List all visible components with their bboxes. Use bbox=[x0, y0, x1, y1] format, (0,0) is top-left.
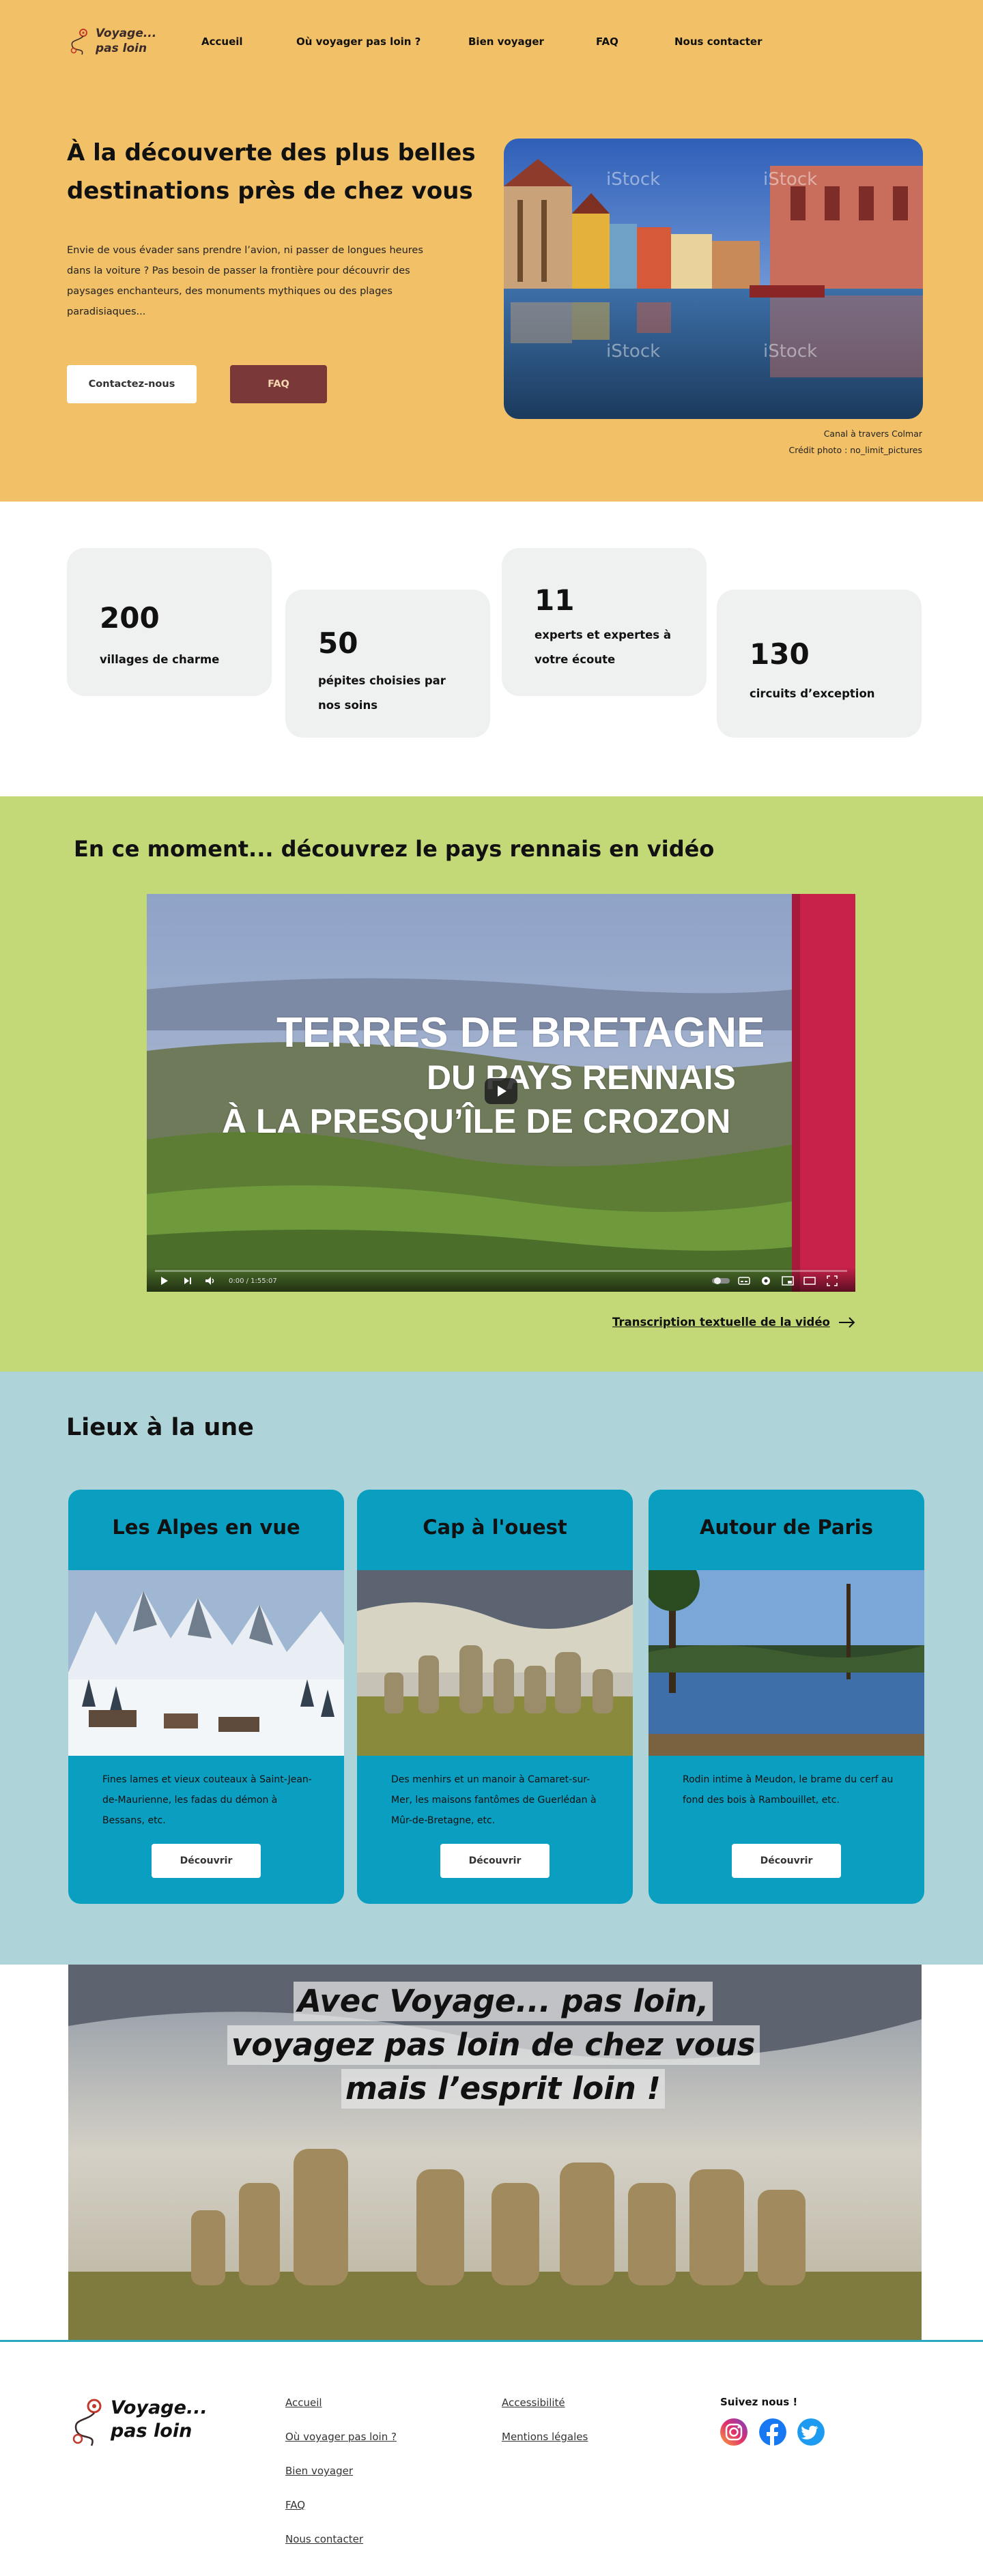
subtitles-icon[interactable] bbox=[738, 1275, 750, 1286]
place-card-title: Autour de Paris bbox=[700, 1516, 873, 1539]
footer-logo[interactable]: Voyage... pas loin bbox=[67, 2397, 217, 2451]
hero-section: Voyage... pas loin Accueil Où voyager pa… bbox=[0, 0, 983, 502]
stat-card: 130 circuits d’exception bbox=[717, 590, 922, 738]
play-icon bbox=[498, 1086, 507, 1097]
arrow-right-icon bbox=[838, 1316, 855, 1328]
stat-number: 11 bbox=[535, 583, 575, 617]
place-card-text: Rodin intime à Meudon, le brame du cerf … bbox=[683, 1774, 894, 1806]
faq-button[interactable]: FAQ bbox=[230, 365, 327, 403]
stat-label: pépites choisies par nos soins bbox=[318, 674, 446, 712]
footer-link-faq[interactable]: FAQ bbox=[285, 2499, 305, 2511]
hero-watermark-3: iStock bbox=[606, 341, 660, 362]
colmar-canal-image: iStock iStock iStock iStock bbox=[504, 139, 923, 419]
transcript-label: Transcription textuelle de la vidéo bbox=[612, 1316, 830, 1329]
nav-accueil[interactable]: Accueil bbox=[201, 35, 243, 48]
brand-line1: Voyage... bbox=[96, 27, 157, 40]
video-transcript-link[interactable]: Transcription textuelle de la vidéo bbox=[612, 1316, 856, 1329]
instagram-icon[interactable] bbox=[720, 2418, 747, 2446]
hero-title: À la découverte des plus belles destinat… bbox=[67, 139, 476, 205]
places-section: Lieux à la une Les Alpes en vue Fines la… bbox=[0, 1372, 983, 1965]
stat-card: 200 villages de charme bbox=[67, 548, 272, 696]
image-caption-title: Canal à travers Colmar bbox=[823, 429, 922, 439]
stat-number: 200 bbox=[100, 601, 160, 635]
video-player[interactable]: TERRES DE BRETAGNE DU PAYS RENNAIS À LA … bbox=[147, 894, 855, 1292]
video-progress-bar[interactable] bbox=[155, 1270, 847, 1272]
footer-link-ou-voyager[interactable]: Où voyager pas loin ? bbox=[285, 2431, 397, 2443]
stat-label: experts et expertes à votre écoute bbox=[535, 628, 671, 666]
skip-next-icon[interactable] bbox=[182, 1275, 193, 1286]
place-card: Cap à l'ouest Des menhirs et un manoir à bbox=[357, 1490, 633, 1904]
footer-brand-line1: Voyage... bbox=[111, 2397, 208, 2418]
video-time: 0:00 / 1:55:07 bbox=[229, 1277, 277, 1285]
miniplayer-icon[interactable] bbox=[782, 1275, 794, 1286]
discover-button[interactable]: Découvrir bbox=[440, 1844, 550, 1878]
nav-ou-voyager[interactable]: Où voyager pas loin ? bbox=[296, 35, 421, 48]
location-pin-icon bbox=[70, 29, 87, 55]
place-card-title: Les Alpes en vue bbox=[112, 1516, 300, 1539]
footer-link-accueil[interactable]: Accueil bbox=[285, 2397, 322, 2409]
place-card: Autour de Paris Rodin intime à Meudon, l… bbox=[649, 1490, 924, 1904]
video-caption-line1: TERRES DE BRETAGNE bbox=[276, 1009, 765, 1056]
location-pin-icon bbox=[72, 2399, 102, 2446]
stat-card: 11 experts et expertes à votre écoute bbox=[502, 548, 707, 696]
nav-bien-voyager[interactable]: Bien voyager bbox=[468, 35, 544, 48]
place-card-text: Des menhirs et un manoir à Camaret-sur-M… bbox=[391, 1774, 597, 1826]
slogan-line3: mais l’esprit loin ! bbox=[341, 2069, 665, 2109]
stat-number: 130 bbox=[750, 637, 810, 671]
stat-label: villages de charme bbox=[100, 653, 220, 666]
contact-button[interactable]: Contactez-nous bbox=[67, 365, 197, 403]
footer-link-contact[interactable]: Nous contacter bbox=[285, 2533, 363, 2545]
footer-brand-line2: pas loin bbox=[111, 2420, 193, 2442]
nav-faq[interactable]: FAQ bbox=[596, 35, 618, 48]
facebook-icon[interactable] bbox=[759, 2418, 786, 2446]
video-section-title: En ce moment... découvrez le pays rennai… bbox=[74, 836, 715, 862]
stats-section: 200 villages de charme 50 pépites choisi… bbox=[0, 502, 983, 796]
stat-label: circuits d’exception bbox=[750, 687, 875, 700]
video-controls: 0:00 / 1:55:07 bbox=[147, 1267, 855, 1292]
stat-number: 50 bbox=[318, 626, 358, 660]
gear-icon[interactable] bbox=[760, 1275, 772, 1287]
footer-link-accessibilite[interactable]: Accessibilité bbox=[502, 2397, 565, 2409]
forest-pond-image bbox=[649, 1570, 924, 1756]
footer-link-mentions-legales[interactable]: Mentions légales bbox=[502, 2431, 588, 2443]
follow-us-label: Suivez nous ! bbox=[720, 2396, 798, 2408]
discover-button[interactable]: Découvrir bbox=[152, 1844, 261, 1878]
fullscreen-icon[interactable] bbox=[827, 1275, 838, 1286]
hero-text: Envie de vous évader sans prendre l’avio… bbox=[67, 245, 423, 317]
place-card-text: Fines lames et vieux couteaux à Saint-Je… bbox=[102, 1774, 312, 1826]
play-icon[interactable] bbox=[159, 1275, 170, 1286]
place-card-title: Cap à l'ouest bbox=[423, 1516, 567, 1539]
footer: Voyage... pas loin Accueil Où voyager pa… bbox=[0, 2340, 983, 2576]
top-navigation: Voyage... pas loin Accueil Où voyager pa… bbox=[0, 0, 983, 85]
places-section-title: Lieux à la une bbox=[66, 1414, 254, 1441]
video-caption-line3: À LA PRESQU’ÎLE DE CROZON bbox=[222, 1102, 731, 1140]
place-card: Les Alpes en vue Fines lames et vieux co… bbox=[68, 1490, 344, 1904]
hero-watermark: iStock bbox=[606, 169, 660, 190]
hero-watermark-4: iStock bbox=[763, 341, 817, 362]
volume-icon[interactable] bbox=[204, 1275, 216, 1286]
video-play-button[interactable] bbox=[485, 1078, 517, 1104]
twitter-icon[interactable] bbox=[797, 2418, 825, 2446]
footer-brand-name: Voyage... pas loin bbox=[111, 2397, 208, 2443]
alps-image bbox=[68, 1570, 344, 1756]
slogan-banner: Avec Voyage... pas loin, voyagez pas loi… bbox=[68, 1965, 922, 2340]
menhirs-image bbox=[357, 1570, 633, 1756]
video-caption-line2: DU PAYS RENNAIS bbox=[427, 1058, 736, 1097]
brand-line2: pas loin bbox=[96, 42, 147, 55]
stat-card: 50 pépites choisies par nos soins bbox=[285, 590, 490, 738]
nav-nous-contacter[interactable]: Nous contacter bbox=[674, 35, 763, 48]
brand-name: Voyage... pas loin bbox=[96, 26, 156, 56]
video-section: En ce moment... découvrez le pays rennai… bbox=[0, 796, 983, 1372]
image-caption-credit: Crédit photo : no_limit_pictures bbox=[788, 445, 922, 455]
autoplay-toggle-icon[interactable] bbox=[712, 1277, 730, 1285]
hero-watermark-2: iStock bbox=[763, 169, 817, 190]
discover-button[interactable]: Découvrir bbox=[732, 1844, 841, 1878]
slogan-line2: voyagez pas loin de chez vous bbox=[227, 2025, 760, 2065]
brand-logo[interactable]: Voyage... pas loin bbox=[67, 26, 162, 60]
footer-link-bien-voyager[interactable]: Bien voyager bbox=[285, 2465, 353, 2477]
theater-mode-icon[interactable] bbox=[803, 1275, 816, 1286]
slogan-line1: Avec Voyage... pas loin, bbox=[294, 1982, 713, 2021]
